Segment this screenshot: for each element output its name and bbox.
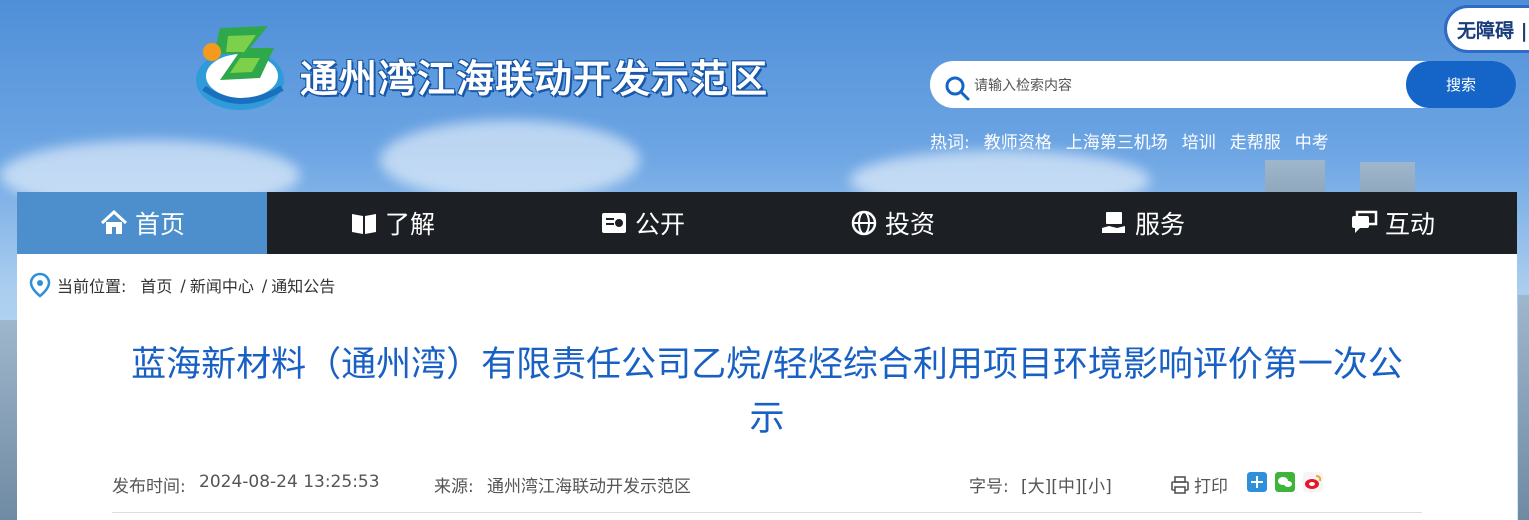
font-size-label: 字号:: [969, 477, 1009, 497]
font-size-medium-link[interactable]: [中]: [1051, 477, 1081, 497]
cloud-decoration: [380, 120, 640, 200]
nav-item-label: 公开: [634, 210, 685, 239]
site-title: 通州湾江海联动开发示范区: [300, 57, 769, 101]
publish-time: 2024-08-24 13:25:53: [199, 472, 380, 492]
article-title: 蓝海新材料（通州湾）有限责任公司乙烷/轻烃综合利用项目环境影响评价第一次公示: [131, 345, 1403, 439]
home-icon: [100, 209, 127, 234]
nav-item-about[interactable]: 了解: [267, 192, 517, 254]
hot-words: 热词: 教师资格 上海第三机场 培训 走帮服 中考: [930, 128, 1329, 153]
search-box: 搜索: [930, 61, 1516, 108]
nav-item-label: 了解: [384, 210, 435, 239]
hot-word-link[interactable]: 上海第三机场: [1066, 128, 1168, 153]
hot-word-link[interactable]: 培训: [1182, 128, 1216, 153]
breadcrumb-separator: /: [261, 275, 268, 295]
hot-word-link[interactable]: 教师资格: [984, 128, 1052, 153]
nav-item-invest[interactable]: 投资: [767, 192, 1017, 254]
location-pin-icon: [29, 272, 51, 298]
divider: [112, 512, 1422, 513]
print-button[interactable]: 打印: [1170, 472, 1228, 497]
search-input[interactable]: [972, 73, 1396, 99]
search-icon: [945, 76, 970, 101]
font-size-large-link[interactable]: [大]: [1021, 477, 1051, 497]
print-label: 打印: [1194, 477, 1228, 497]
globe-icon: [851, 210, 877, 236]
site-logo-icon: [196, 26, 284, 110]
breadcrumb-link-notice[interactable]: 通知公告: [271, 273, 335, 297]
printer-icon: [1171, 475, 1189, 494]
building-decoration: [1518, 295, 1529, 520]
search-button[interactable]: 搜索: [1406, 61, 1516, 108]
breadcrumb-label: 当前位置:: [57, 277, 127, 296]
hot-words-label: 热词:: [930, 133, 970, 153]
book-icon: [351, 214, 376, 234]
nav-item-label: 首页: [134, 210, 185, 239]
breadcrumb: 当前位置: 首页 / 新闻中心 / 通知公告: [29, 272, 335, 298]
hot-word-link[interactable]: 走帮服: [1230, 128, 1281, 153]
chat-icon: [1351, 210, 1378, 233]
font-size-small-link[interactable]: [小]: [1082, 477, 1112, 497]
nav-item-public[interactable]: 公开: [517, 192, 767, 254]
source-label: 来源:: [434, 477, 474, 497]
accessibility-button[interactable]: 无障碍 |: [1444, 5, 1529, 53]
source-value: 通州湾江海联动开发示范区: [487, 477, 691, 497]
info-card-icon: [601, 213, 626, 233]
main-nav: 首页 了解 公开 投资 服务 互动: [17, 192, 1517, 254]
publish-time-label: 发布时间:: [112, 477, 186, 497]
nav-item-home[interactable]: 首页: [17, 192, 267, 254]
weibo-icon[interactable]: [1303, 472, 1323, 492]
nav-item-service[interactable]: 服务: [1017, 192, 1267, 254]
wechat-icon[interactable]: [1275, 472, 1295, 492]
breadcrumb-link-news[interactable]: 新闻中心: [190, 273, 254, 297]
hot-word-link[interactable]: 中考: [1295, 128, 1329, 153]
service-icon: [1101, 212, 1125, 233]
font-size-controls: [大][中][小]: [1021, 472, 1112, 497]
breadcrumb-separator: /: [180, 275, 186, 295]
share-plus-icon[interactable]: [1247, 472, 1267, 492]
nav-item-interact[interactable]: 互动: [1267, 192, 1517, 254]
article-panel: 当前位置: 首页 / 新闻中心 / 通知公告 蓝海新材料（通州湾）有限责任公司乙…: [17, 254, 1517, 520]
building-decoration: [0, 320, 17, 520]
breadcrumb-link-home[interactable]: 首页: [140, 273, 172, 297]
nav-item-label: 服务: [1134, 210, 1185, 239]
nav-item-label: 投资: [884, 210, 935, 239]
nav-item-label: 互动: [1384, 210, 1435, 239]
